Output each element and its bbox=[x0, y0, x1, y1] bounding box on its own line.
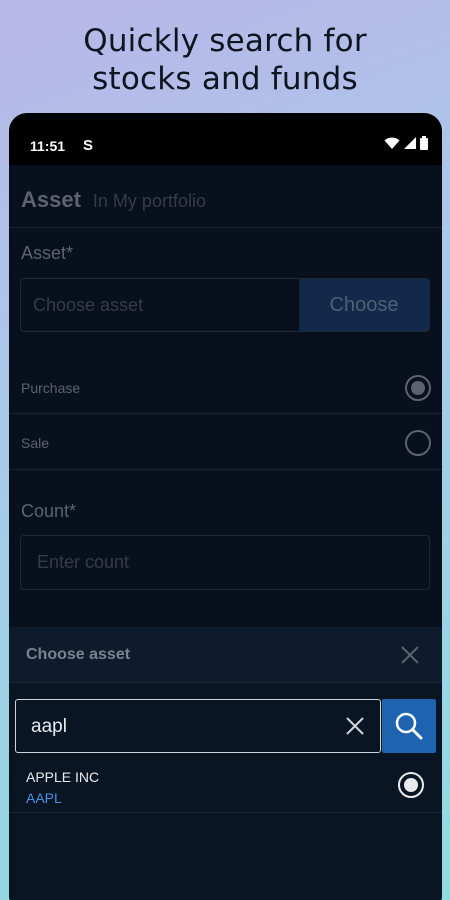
headline-line-2: stocks and funds bbox=[92, 61, 358, 97]
search-input[interactable]: aapl bbox=[31, 716, 67, 738]
search-result-item[interactable]: APPLE INC AAPL bbox=[9, 755, 442, 813]
divider bbox=[9, 413, 442, 414]
divider bbox=[9, 227, 442, 228]
portfolio-subtitle: In My portfolio bbox=[92, 191, 206, 211]
asset-input[interactable]: Choose asset bbox=[21, 279, 299, 331]
page-title: Asset bbox=[21, 187, 81, 212]
search-field[interactable]: aapl bbox=[15, 699, 381, 753]
asset-field: Choose asset Choose bbox=[20, 278, 430, 332]
form-header: Asset In My portfolio bbox=[21, 187, 206, 213]
status-icons bbox=[384, 136, 428, 150]
count-label: Count* bbox=[21, 501, 77, 521]
wifi-icon bbox=[384, 137, 400, 149]
status-bar: 11:51 S bbox=[9, 113, 442, 165]
result-radio[interactable] bbox=[398, 772, 424, 798]
option-sale-label: Sale bbox=[21, 435, 50, 451]
app-screen: Asset In My portfolio Asset* Choose asse… bbox=[9, 165, 442, 900]
radio-purchase[interactable] bbox=[405, 375, 431, 401]
app-notification-icon: S bbox=[83, 137, 94, 154]
headline-line-1: Quickly search for bbox=[83, 23, 367, 59]
divider bbox=[9, 469, 442, 470]
phone-frame: 11:51 S Asset In My portfolio Asset* Cho… bbox=[9, 113, 442, 900]
promo-headline: Quickly search for stocks and funds bbox=[0, 22, 450, 98]
option-purchase[interactable]: Purchase bbox=[21, 373, 431, 403]
option-purchase-label: Purchase bbox=[21, 380, 81, 396]
clear-icon[interactable] bbox=[344, 715, 366, 737]
signal-icon bbox=[404, 137, 416, 149]
radio-sale[interactable] bbox=[405, 430, 431, 456]
choose-button[interactable]: Choose bbox=[299, 279, 429, 331]
result-ticker: AAPL bbox=[26, 790, 62, 806]
sheet-title: Choose asset bbox=[26, 646, 131, 663]
close-icon[interactable] bbox=[398, 643, 422, 667]
battery-icon bbox=[420, 136, 428, 150]
search-icon bbox=[395, 712, 423, 740]
result-name: APPLE INC bbox=[26, 769, 100, 785]
count-input[interactable]: Enter count bbox=[20, 535, 430, 590]
status-time: 11:51 bbox=[30, 138, 66, 154]
option-sale[interactable]: Sale bbox=[21, 428, 431, 458]
asset-label: Asset* bbox=[21, 243, 74, 263]
search-button[interactable] bbox=[382, 699, 436, 753]
sheet-header: Choose asset bbox=[9, 627, 442, 683]
choose-asset-sheet: Choose asset aapl APPLE INC AAPL bbox=[9, 627, 442, 900]
